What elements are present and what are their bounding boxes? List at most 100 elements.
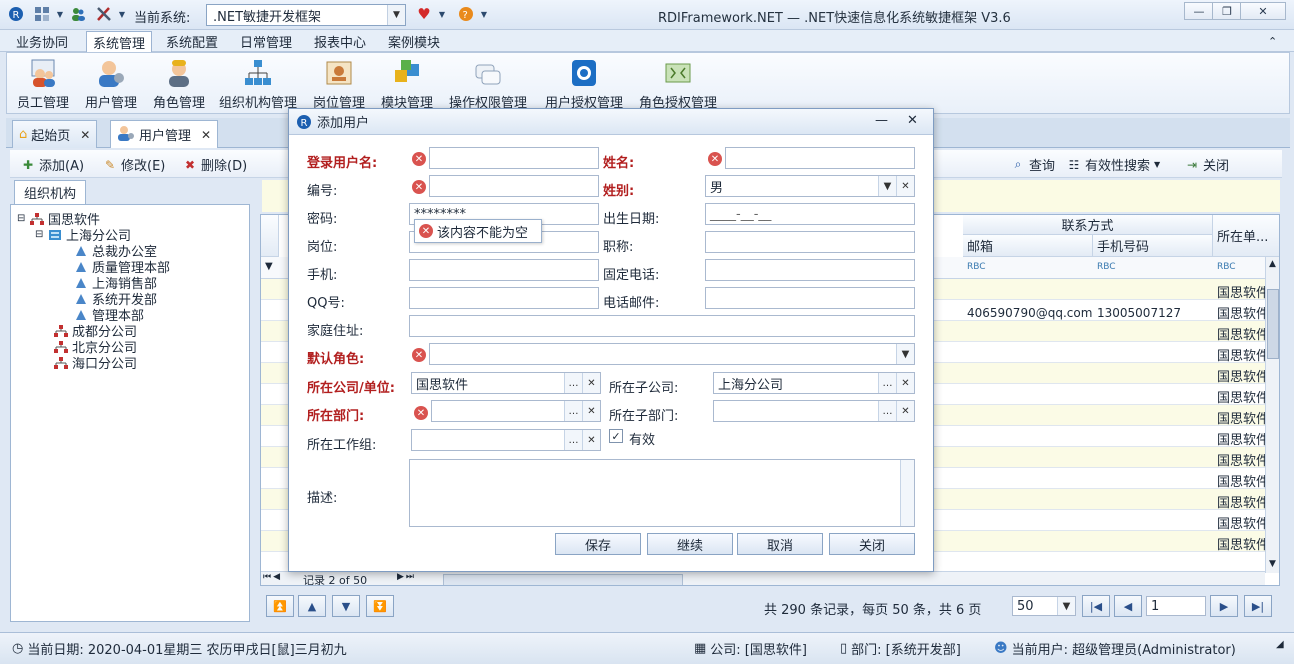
cell-company[interactable]: 国思软件	[1217, 513, 1265, 532]
minimize-button[interactable]: —	[1184, 2, 1214, 20]
menu-item-samples[interactable]: 案例模块	[382, 31, 446, 51]
heart-icon[interactable]: ♥	[414, 4, 434, 24]
cell-company[interactable]: 国思软件	[1217, 387, 1265, 406]
cell-company[interactable]: 国思软件	[1217, 345, 1265, 364]
email-input[interactable]	[705, 287, 915, 309]
clear-icon[interactable]: ✕	[582, 373, 600, 393]
ribbon-post-button[interactable]: 岗位管理	[313, 57, 365, 113]
query-button[interactable]: ⌕ 查询	[1010, 155, 1055, 174]
address-input[interactable]	[409, 315, 915, 337]
scroll-up-icon[interactable]: ▲	[1269, 259, 1276, 269]
prev-page-button[interactable]: ◀	[1114, 595, 1142, 617]
chevron-down-icon[interactable]: ▼	[474, 4, 494, 24]
cancel-button[interactable]: 取消	[737, 533, 823, 555]
telephone-input[interactable]	[705, 259, 915, 281]
mobile-input[interactable]	[409, 259, 599, 281]
tools-icon[interactable]	[94, 4, 114, 24]
chevron-down-icon[interactable]: ▼	[878, 176, 896, 196]
enabled-checkbox[interactable]: ✓	[609, 429, 623, 443]
page-number-input[interactable]: 1	[1146, 596, 1206, 616]
textarea-scrollbar[interactable]	[900, 460, 914, 526]
dialog-minimize-button[interactable]: —	[875, 113, 888, 128]
chevron-down-icon[interactable]: ▼	[432, 4, 452, 24]
clear-icon[interactable]: ✕	[896, 401, 914, 421]
column-header-mobile[interactable]: 手机号码	[1093, 235, 1213, 257]
tree-item[interactable]: 海口分公司	[53, 353, 137, 372]
move-top-button[interactable]: ⏫	[266, 595, 294, 617]
resize-grip-icon[interactable]: ◢	[1276, 639, 1284, 650]
ribbon-org-button[interactable]: 组织机构管理	[219, 57, 297, 113]
browse-icon[interactable]: …	[564, 430, 582, 450]
tab-start-page[interactable]: ⌂ 起始页 ✕	[12, 120, 98, 148]
edit-button[interactable]: ✎ 修改(E)	[102, 155, 165, 175]
cell-company[interactable]: 国思软件	[1217, 450, 1265, 469]
menu-item-system-config[interactable]: 系统配置	[160, 31, 224, 51]
cell-company[interactable]: 国思软件	[1217, 366, 1265, 385]
menu-item-reports[interactable]: 报表中心	[308, 31, 372, 51]
nav-first-prev-icons[interactable]: ⏮◀	[263, 572, 282, 582]
filter-cell-mobile[interactable]: RBC	[1097, 262, 1116, 272]
close-button[interactable]: ⇥ 关闭	[1184, 155, 1229, 175]
company-input[interactable]: 国思软件… ✕	[411, 372, 601, 394]
close-window-button[interactable]: ✕	[1240, 2, 1286, 20]
restore-button[interactable]: ❐	[1212, 2, 1242, 20]
dialog-title-bar[interactable]: R 添加用户 — ✕	[289, 109, 933, 135]
move-bottom-button[interactable]: ⏬	[366, 595, 394, 617]
browse-icon[interactable]: …	[878, 373, 896, 393]
sub-department-input[interactable]: … ✕	[713, 400, 915, 422]
ribbon-role-auth-button[interactable]: 角色授权管理	[639, 57, 717, 113]
login-name-input[interactable]	[429, 147, 599, 169]
filter-cell-company[interactable]: RBC	[1217, 262, 1236, 272]
birthday-input[interactable]: ____-__-__	[705, 203, 915, 225]
qq-input[interactable]	[409, 287, 599, 309]
code-input[interactable]	[429, 175, 599, 197]
dialog-close-button[interactable]: ✕	[907, 113, 918, 128]
users-icon[interactable]	[68, 4, 88, 24]
gender-select[interactable]: 男 ▼ ✕	[705, 175, 915, 197]
close-tab-icon[interactable]: ✕	[80, 128, 90, 142]
tab-org[interactable]: 组织机构	[14, 180, 86, 204]
browse-icon[interactable]: …	[878, 401, 896, 421]
cell-company[interactable]: 国思软件	[1217, 282, 1265, 301]
collapse-icon[interactable]: ⊟	[17, 213, 29, 224]
cell-company[interactable]: 国思软件	[1217, 324, 1265, 343]
delete-button[interactable]: ✖ 删除(D)	[182, 155, 247, 175]
help-icon[interactable]: ?	[456, 4, 476, 24]
continue-button[interactable]: 继续	[647, 533, 733, 555]
valid-search-button[interactable]: ☷ 有效性搜索 ▼	[1066, 155, 1161, 175]
add-button[interactable]: ✚ 添加(A)	[20, 155, 84, 175]
menu-item-business[interactable]: 业务协同	[10, 31, 74, 51]
column-header-company[interactable]: 所在单...	[1213, 215, 1279, 257]
default-role-select[interactable]: ▼	[429, 343, 915, 365]
ribbon-collapse-icon[interactable]: ⌃	[1262, 31, 1283, 51]
description-textarea[interactable]	[409, 459, 915, 527]
ribbon-module-button[interactable]: 模块管理	[381, 57, 433, 113]
dialog-close-action-button[interactable]: 关闭	[829, 533, 915, 555]
app-logo-icon[interactable]: R	[6, 4, 26, 24]
ribbon-user-button[interactable]: 用户管理	[85, 57, 137, 113]
filter-cell-email[interactable]: RBC	[967, 262, 986, 272]
ribbon-permission-button[interactable]: 操作权限管理	[449, 57, 527, 113]
clear-icon[interactable]: ✕	[896, 176, 914, 196]
cell-company[interactable]: 国思软件	[1217, 534, 1265, 553]
cell-company[interactable]: 国思软件	[1217, 303, 1265, 322]
ribbon-user-auth-button[interactable]: 用户授权管理	[545, 57, 623, 113]
nav-next-last-icons[interactable]: ▶⏭	[397, 572, 416, 582]
browse-icon[interactable]: …	[564, 401, 582, 421]
save-button[interactable]: 保存	[555, 533, 641, 555]
sub-company-input[interactable]: 上海分公司… ✕	[713, 372, 915, 394]
first-page-button[interactable]: |◀	[1082, 595, 1110, 617]
clear-icon[interactable]: ✕	[896, 373, 914, 393]
move-down-button[interactable]: ▼	[332, 595, 360, 617]
clear-icon[interactable]: ✕	[582, 401, 600, 421]
ribbon-staff-button[interactable]: 员工管理	[17, 57, 69, 113]
ribbon-role-button[interactable]: 角色管理	[153, 57, 205, 113]
next-page-button[interactable]: ▶	[1210, 595, 1238, 617]
cell-company[interactable]: 国思软件	[1217, 492, 1265, 511]
workgroup-input[interactable]: … ✕	[411, 429, 601, 451]
scroll-down-icon[interactable]: ▼	[1269, 559, 1276, 569]
page-size-select[interactable]: 50 ▼	[1012, 596, 1076, 616]
menu-item-system-management[interactable]: 系统管理	[86, 31, 153, 53]
cell-company[interactable]: 国思软件	[1217, 429, 1265, 448]
chevron-down-icon[interactable]: ▼	[112, 4, 132, 24]
